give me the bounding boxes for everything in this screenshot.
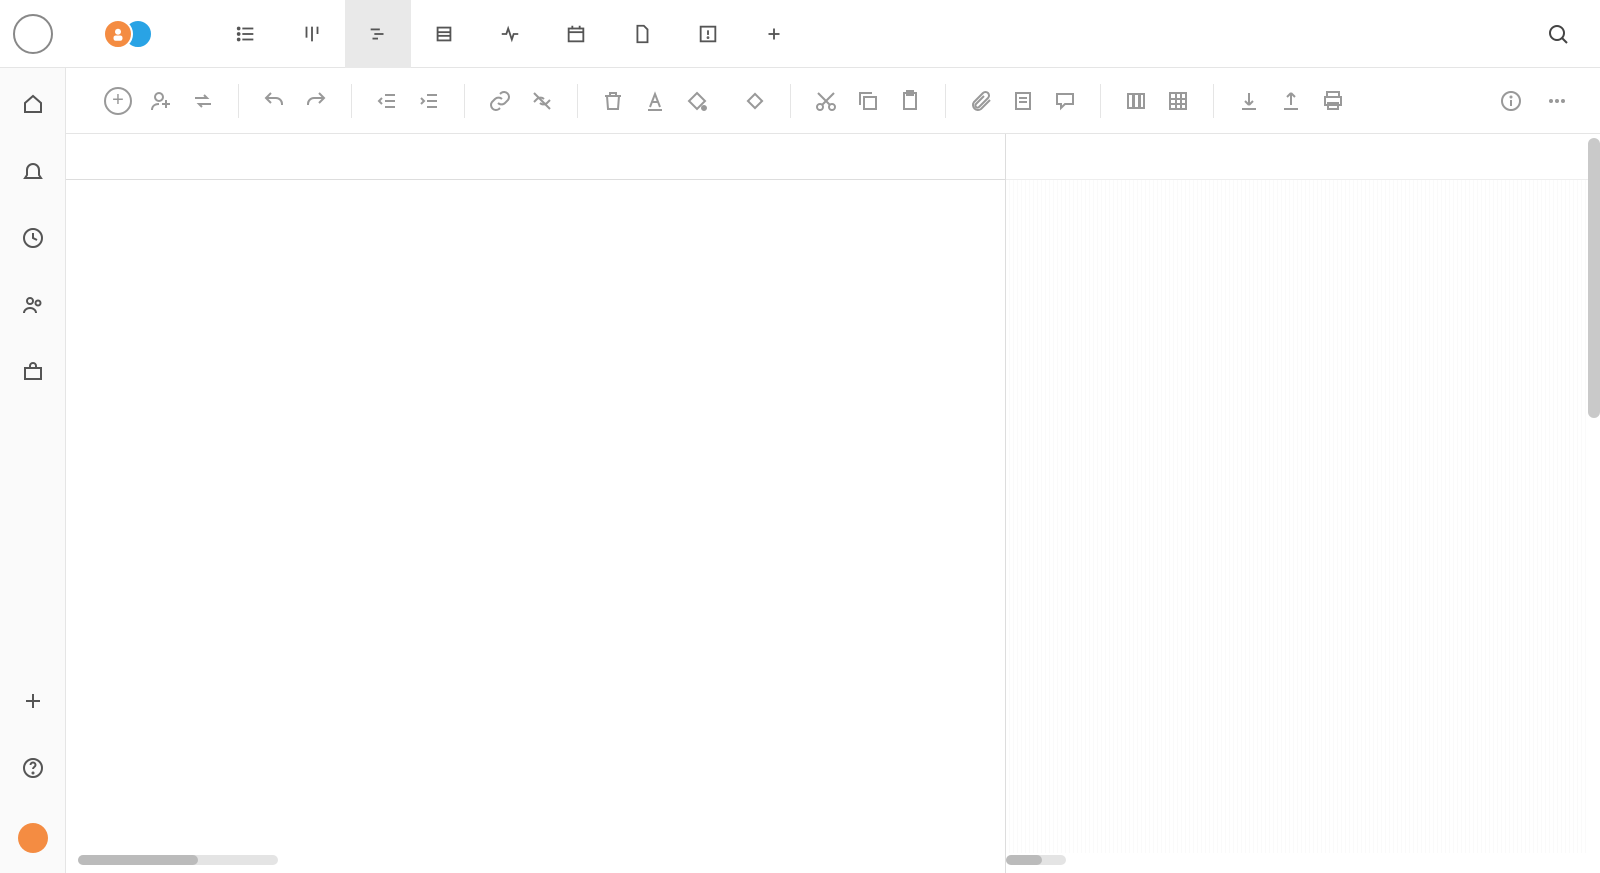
rail-team-icon[interactable] [21, 293, 45, 322]
rail-portfolio-icon[interactable] [21, 360, 45, 389]
gantt-timescale [1006, 134, 1600, 180]
toolbar: + [66, 68, 1600, 134]
tb-textcolor-icon[interactable] [642, 88, 668, 114]
view-risk-icon[interactable] [675, 0, 741, 68]
tb-notes-icon[interactable] [1010, 88, 1036, 114]
view-list-icon[interactable] [213, 0, 279, 68]
tb-comment-icon[interactable] [1052, 88, 1078, 114]
view-tabs [213, 0, 807, 68]
rail-help-icon[interactable] [21, 756, 45, 785]
tb-delete-icon[interactable] [600, 88, 626, 114]
tb-link-icon[interactable] [487, 88, 513, 114]
rail-add-icon[interactable] [21, 689, 45, 718]
tb-columns-icon[interactable] [1123, 88, 1149, 114]
view-activity-icon[interactable] [477, 0, 543, 68]
tb-undo-icon[interactable] [261, 88, 287, 114]
tb-unlink-icon[interactable] [529, 88, 555, 114]
tb-milestone-icon[interactable] [742, 88, 768, 114]
grid-body[interactable] [66, 180, 1005, 873]
tb-info-icon[interactable] [1498, 88, 1524, 114]
tb-copy-icon[interactable] [855, 88, 881, 114]
gantt-chart[interactable] [1006, 134, 1600, 873]
rail-user-avatar[interactable] [18, 823, 48, 853]
tb-outdent-icon[interactable] [374, 88, 400, 114]
tb-attach-icon[interactable] [968, 88, 994, 114]
tb-paste-icon[interactable] [897, 88, 923, 114]
tb-assign-icon[interactable] [148, 88, 174, 114]
tb-paint-icon[interactable] [684, 88, 710, 114]
gantt-vscroll[interactable] [1588, 138, 1600, 418]
gantt-hscroll[interactable] [1006, 855, 1066, 865]
grid-header [66, 134, 1005, 180]
avatar-1[interactable] [103, 19, 133, 49]
grid-hscroll[interactable] [78, 855, 278, 865]
tb-print-icon[interactable] [1320, 88, 1346, 114]
rail-notifications-icon[interactable] [21, 159, 45, 188]
view-file-icon[interactable] [609, 0, 675, 68]
content-area [66, 134, 1600, 873]
view-sheet-icon[interactable] [411, 0, 477, 68]
view-board-icon[interactable] [279, 0, 345, 68]
tb-more-icon[interactable] [1544, 88, 1570, 114]
tb-loop-icon[interactable] [190, 88, 216, 114]
view-add-icon[interactable] [741, 0, 807, 68]
tb-cut-icon[interactable] [813, 88, 839, 114]
tb-import-icon[interactable] [1236, 88, 1262, 114]
project-avatars[interactable] [103, 19, 153, 49]
tb-export-up-icon[interactable] [1278, 88, 1304, 114]
tb-indent-icon[interactable] [416, 88, 442, 114]
view-calendar-icon[interactable] [543, 0, 609, 68]
rail-home-icon[interactable] [21, 92, 45, 121]
app-logo[interactable] [13, 14, 53, 54]
view-gantt-icon[interactable] [345, 0, 411, 68]
search-icon[interactable] [1546, 22, 1570, 51]
tb-grid-icon[interactable] [1165, 88, 1191, 114]
app-header [0, 0, 1600, 68]
tb-redo-icon[interactable] [303, 88, 329, 114]
left-rail [0, 68, 66, 873]
tb-add-task-icon[interactable]: + [104, 87, 132, 115]
task-grid [66, 134, 1006, 873]
rail-time-icon[interactable] [21, 226, 45, 255]
